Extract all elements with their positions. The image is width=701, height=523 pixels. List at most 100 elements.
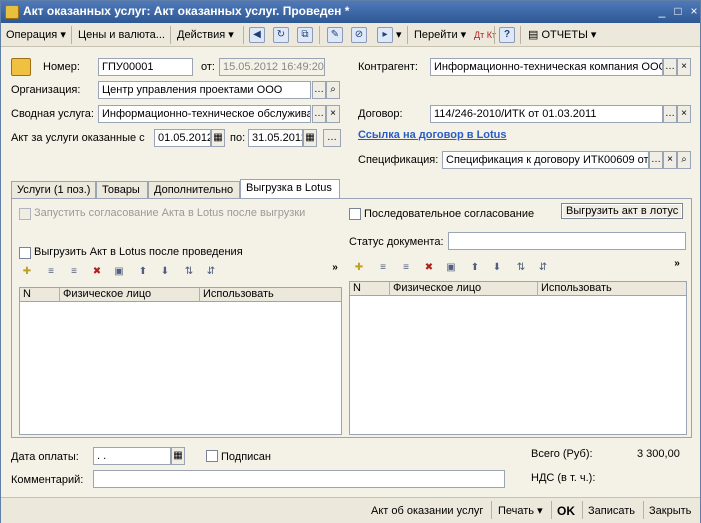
goto-menu[interactable]: Перейти ▾ xyxy=(411,26,469,44)
toolbar-separator xyxy=(170,26,171,44)
date-field[interactable]: 15.05.2012 16:49:20 xyxy=(219,58,325,76)
post-icon[interactable]: ✎ xyxy=(327,27,343,43)
number-field[interactable]: ГПУ00001 xyxy=(98,58,193,76)
payment-date-field[interactable]: . . xyxy=(93,447,171,465)
sort-desc-icon[interactable]: ⇵ xyxy=(536,261,550,275)
copy-row-icon[interactable]: ≡ xyxy=(44,265,58,279)
document-window: Акт оказанных услуг: Акт оказанных услуг… xyxy=(0,0,701,523)
add-row-icon[interactable]: ✚ xyxy=(20,265,34,279)
unpost-icon[interactable]: ⊘ xyxy=(351,27,367,43)
close-button[interactable]: Закрыть xyxy=(649,502,691,520)
tab-services[interactable]: Услуги (1 поз.) xyxy=(11,181,96,199)
col-person[interactable]: Физическое лицо xyxy=(390,282,538,296)
move-up-icon[interactable]: ⬆ xyxy=(468,261,482,275)
period-to-field[interactable]: 31.05.2012 xyxy=(248,129,303,147)
toolbar-separator xyxy=(407,26,408,44)
more-actions-icon[interactable]: » xyxy=(670,257,684,271)
payment-date-calendar-icon[interactable]: ▦ xyxy=(171,447,185,465)
add-row-icon[interactable]: ✚ xyxy=(352,261,366,275)
close-icon[interactable]: × xyxy=(685,4,701,20)
delete-row-icon[interactable]: ✖ xyxy=(90,265,104,279)
total-value: 3 300,00 xyxy=(637,448,680,460)
more-actions-icon[interactable]: » xyxy=(328,261,342,275)
delete-row-icon[interactable]: ✖ xyxy=(422,261,436,275)
period-from-calendar-icon[interactable]: ▦ xyxy=(211,129,225,147)
counterparty-select-button[interactable]: … xyxy=(663,58,677,76)
help-icon[interactable]: ? xyxy=(499,27,515,43)
right-persons-table[interactable]: N Физическое лицо Использовать xyxy=(349,281,687,435)
contract-field[interactable]: 114/246-2010/ИТК от 01.03.2011 xyxy=(430,105,663,123)
end-edit-icon[interactable]: ▣ xyxy=(112,265,126,279)
tab-lotus-upload[interactable]: Выгрузка в Lotus xyxy=(240,179,340,199)
counterparty-field[interactable]: Информационно-техническая компания ООС xyxy=(430,58,663,76)
print-label: Печать xyxy=(498,505,535,517)
specification-select-button[interactable]: … xyxy=(649,151,663,169)
bottom-bar: Акт об оказании услуг Печать ▾ OK Записа… xyxy=(1,497,700,523)
specification-clear-icon[interactable]: × xyxy=(663,151,677,169)
ok-button[interactable]: OK xyxy=(557,502,575,520)
toolbar-separator xyxy=(520,26,521,44)
operation-menu[interactable]: Операция ▾ xyxy=(3,26,69,44)
service-clear-icon[interactable]: × xyxy=(326,105,340,123)
sort-asc-icon[interactable]: ⇅ xyxy=(514,261,528,275)
print-menu[interactable]: Печать ▾ xyxy=(498,502,543,520)
contract-clear-icon[interactable]: × xyxy=(677,105,691,123)
period-from-field[interactable]: 01.05.2012 xyxy=(154,129,211,147)
bottom-separator xyxy=(582,501,583,519)
copy-icon[interactable]: ⧉ xyxy=(297,27,313,43)
tab-additional[interactable]: Дополнительно xyxy=(148,181,240,199)
contract-select-button[interactable]: … xyxy=(663,105,677,123)
prices-button[interactable]: Цены и валюта... xyxy=(75,26,168,44)
based-on-dropdown-icon[interactable]: ▾ xyxy=(393,26,405,44)
upload-after-posting-label: Выгрузить Акт в Lotus после проведения xyxy=(34,246,243,258)
right-table-header: N Физическое лицо Использовать xyxy=(350,282,686,296)
upload-after-posting-checkbox[interactable] xyxy=(19,247,31,259)
move-down-icon[interactable]: ⬇ xyxy=(490,261,504,275)
service-select-button[interactable]: … xyxy=(312,105,326,123)
back-icon[interactable]: ◀ xyxy=(249,27,265,43)
period-select-button[interactable]: … xyxy=(323,129,341,147)
refresh-icon[interactable]: ↻ xyxy=(273,27,289,43)
left-persons-table[interactable]: N Физическое лицо Использовать xyxy=(19,287,342,435)
sort-asc-icon[interactable]: ⇅ xyxy=(182,265,196,279)
move-down-icon[interactable]: ⬇ xyxy=(158,265,172,279)
col-n[interactable]: N xyxy=(350,282,390,296)
col-person[interactable]: Физическое лицо xyxy=(60,288,200,302)
counterparty-clear-icon[interactable]: × xyxy=(677,58,691,76)
organization-search-icon[interactable]: ⌕ xyxy=(326,81,340,99)
doc-status-field[interactable] xyxy=(448,232,686,250)
title-bar: Акт оказанных услуг: Акт оказанных услуг… xyxy=(1,1,700,23)
end-edit-icon[interactable]: ▣ xyxy=(444,261,458,275)
organization-select-button[interactable]: … xyxy=(312,81,326,99)
organization-field[interactable]: Центр управления проектами ООО xyxy=(98,81,311,99)
copy-row-icon[interactable]: ≡ xyxy=(376,261,390,275)
sequential-approval-checkbox[interactable] xyxy=(349,208,361,220)
comment-field[interactable] xyxy=(93,470,505,488)
start-approval-checkbox[interactable] xyxy=(19,208,31,220)
col-use[interactable]: Использовать xyxy=(538,282,686,296)
specification-field[interactable]: Спецификация к договору ИТК00609 от xyxy=(442,151,649,169)
lotus-contract-link[interactable]: Ссылка на договор в Lotus xyxy=(358,129,507,141)
reports-label: ОТЧЕТЫ xyxy=(541,29,588,41)
actions-menu[interactable]: Действия ▾ xyxy=(174,26,237,44)
act-print-button[interactable]: Акт об оказании услуг xyxy=(371,502,483,520)
edit-row-icon[interactable]: ≡ xyxy=(399,261,413,275)
doc-status-label: Статус документа: xyxy=(349,236,444,248)
based-on-icon[interactable]: ▸ xyxy=(377,27,393,43)
sort-desc-icon[interactable]: ⇵ xyxy=(204,265,218,279)
organization-label: Организация: xyxy=(11,84,81,96)
save-button[interactable]: Записать xyxy=(588,502,635,520)
move-up-icon[interactable]: ⬆ xyxy=(136,265,150,279)
reports-menu[interactable]: ▤ ОТЧЕТЫ ▾ xyxy=(525,26,599,44)
service-label: Сводная услуга: xyxy=(11,108,94,120)
service-field[interactable]: Информационно-техническое обслужива xyxy=(98,105,311,123)
col-use[interactable]: Использовать xyxy=(200,288,341,302)
tab-goods[interactable]: Товары xyxy=(96,181,148,199)
col-n[interactable]: N xyxy=(20,288,60,302)
specification-search-icon[interactable]: ⌕ xyxy=(677,151,691,169)
signed-checkbox[interactable] xyxy=(206,450,218,462)
edit-row-icon[interactable]: ≡ xyxy=(67,265,81,279)
period-to-calendar-icon[interactable]: ▦ xyxy=(303,129,317,147)
upload-to-lotus-button[interactable]: Выгрузить акт в лотус xyxy=(561,203,684,219)
contract-label: Договор: xyxy=(358,108,403,120)
